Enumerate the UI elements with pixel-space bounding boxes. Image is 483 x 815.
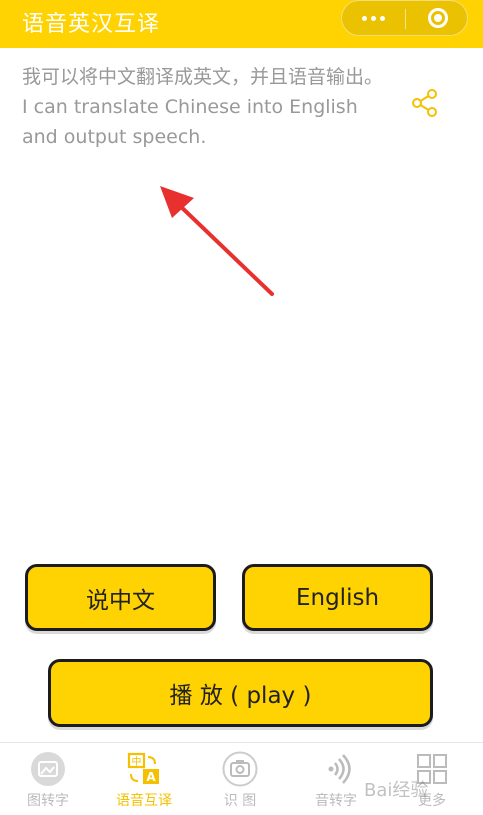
- tab-label: 识 图: [223, 793, 257, 809]
- close-icon[interactable]: [406, 1, 468, 37]
- sound-icon: [328, 754, 351, 784]
- mini-program-capsule: [341, 0, 468, 36]
- svg-text:A: A: [146, 770, 156, 784]
- image-icon: [31, 752, 65, 786]
- translate-icon: 中 A: [127, 752, 159, 784]
- tab-recognize-image[interactable]: 识 图: [192, 743, 288, 815]
- page-title: 语音英汉互译: [22, 12, 161, 37]
- annotation-arrow: [160, 186, 274, 296]
- tab-image-to-text[interactable]: 图转字: [0, 743, 96, 815]
- more-options-icon[interactable]: [342, 1, 405, 37]
- svg-text:Bai经验: Bai经验: [364, 780, 428, 801]
- title-bar: 语音英汉互译: [0, 0, 483, 48]
- chinese-text: 我可以将中文翻译成英文，并且语音输出。: [22, 66, 384, 88]
- tab-label: 图转字: [27, 793, 69, 809]
- svg-text:中: 中: [132, 755, 142, 768]
- english-button[interactable]: English: [242, 564, 433, 631]
- tab-voice-translate[interactable]: 中 A 语音互译: [96, 743, 192, 815]
- speak-chinese-button[interactable]: 说中文: [25, 564, 216, 631]
- share-icon[interactable]: [410, 88, 440, 118]
- tab-label: 语音互译: [116, 793, 172, 809]
- translation-output: 我可以将中文翻译成英文，并且语音输出。 I can translate Chin…: [22, 62, 392, 152]
- play-button[interactable]: 播 放 ( play ): [48, 659, 433, 727]
- baidu-watermark-logo: Bai经验: [364, 780, 428, 801]
- english-text: I can translate Chinese into English and…: [22, 96, 358, 148]
- camera-icon: [222, 751, 258, 787]
